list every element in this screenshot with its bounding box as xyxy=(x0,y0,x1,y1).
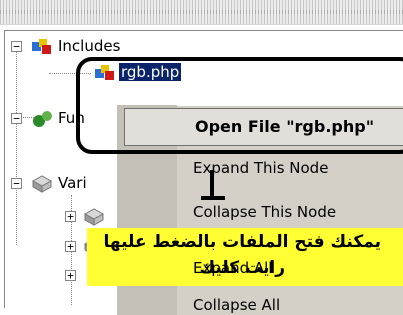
menu-item-collapse-all[interactable]: Collapse All xyxy=(193,296,280,314)
expand-icon[interactable]: + xyxy=(65,269,76,281)
toolbar-grip xyxy=(0,10,403,14)
toolbar-strip xyxy=(0,0,403,25)
annotation-note: يمكنك فتح الملفات بالضغط عليها رايت كليك… xyxy=(87,228,403,286)
annotation-connector xyxy=(201,196,225,200)
tree-node-functions[interactable]: − Fun xyxy=(11,108,85,128)
expand-icon[interactable]: + xyxy=(65,240,76,252)
tree-node-includes[interactable]: − Includes xyxy=(11,36,120,56)
tree-node-variables[interactable]: − Vari xyxy=(11,173,87,193)
variables-icon xyxy=(31,175,53,193)
variable-icon xyxy=(83,208,105,226)
annotation-text: يمكنك فتح الملفات بالضغط عليها xyxy=(103,232,381,252)
functions-icon xyxy=(33,111,52,127)
tree-node-variable[interactable]: + xyxy=(65,265,76,285)
collapse-icon[interactable]: − xyxy=(11,177,22,189)
menu-item-expand-all[interactable]: Expand All xyxy=(193,259,272,277)
annotation-callout xyxy=(76,57,403,154)
expand-icon[interactable]: + xyxy=(65,210,76,222)
tree-line xyxy=(16,45,17,245)
menu-item-collapse-this-node[interactable]: Collapse This Node xyxy=(193,203,336,221)
tree-node-variable[interactable]: + xyxy=(65,206,108,226)
collapse-icon[interactable]: − xyxy=(11,112,22,124)
tree-node-label: Includes xyxy=(58,37,121,55)
includes-icon xyxy=(32,39,51,54)
collapse-icon[interactable]: − xyxy=(11,40,22,52)
tree-node-label: Vari xyxy=(58,174,87,192)
